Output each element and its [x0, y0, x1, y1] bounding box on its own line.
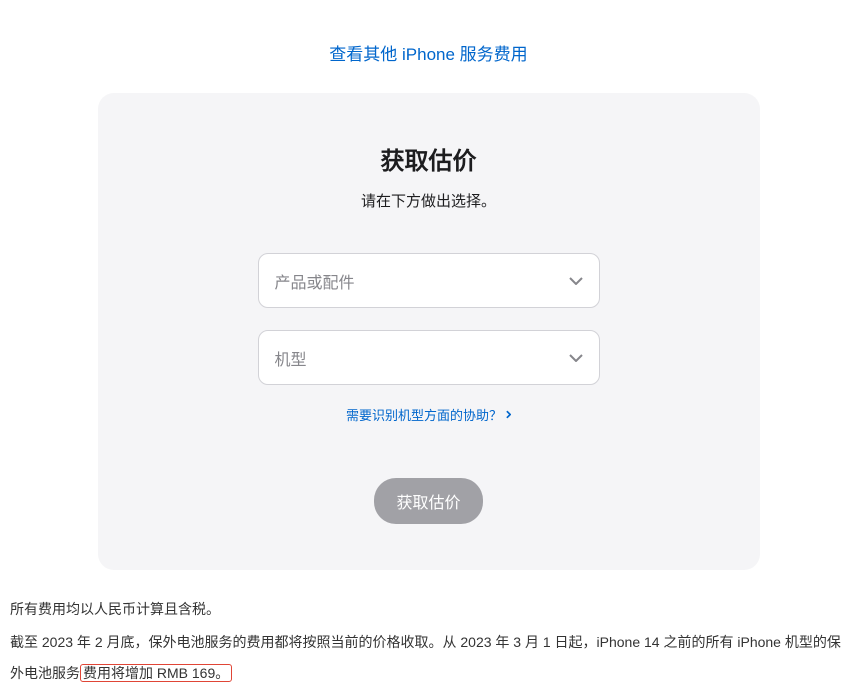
product-select-placeholder: 产品或配件 [275, 269, 355, 293]
estimate-card: 获取估价 请在下方做出选择。 产品或配件 机型 需要识别机型方面的协助？ [98, 93, 760, 570]
price-increase-highlight: 费用将增加 RMB 169。 [80, 664, 232, 682]
help-link-text: 需要识别机型方面的协助？ [346, 405, 502, 424]
chevron-down-icon [569, 349, 583, 367]
identify-model-help-link[interactable]: 需要识别机型方面的协助？ [346, 405, 511, 424]
footer-text: 所有费用均以人民币计算且含税。 截至 2023 年 2 月底，保外电池服务的费用… [10, 570, 847, 688]
card-subtitle: 请在下方做出选择。 [128, 190, 730, 211]
product-select-wrapper: 产品或配件 [258, 253, 600, 308]
footer-line-2: 截至 2023 年 2 月底，保外电池服务的费用都将按照当前的价格收取。从 20… [10, 627, 847, 688]
chevron-down-icon [569, 272, 583, 290]
footer-line-1: 所有费用均以人民币计算且含税。 [10, 594, 847, 625]
model-select-placeholder: 机型 [275, 346, 307, 370]
other-services-link[interactable]: 查看其他 iPhone 服务费用 [329, 45, 527, 64]
model-select-wrapper: 机型 [258, 330, 600, 385]
get-estimate-button[interactable]: 获取估价 [374, 478, 482, 524]
card-title: 获取估价 [128, 141, 730, 176]
chevron-right-icon [506, 407, 511, 422]
top-link-wrapper: 查看其他 iPhone 服务费用 [10, 0, 847, 93]
model-select[interactable]: 机型 [258, 330, 600, 385]
product-select[interactable]: 产品或配件 [258, 253, 600, 308]
